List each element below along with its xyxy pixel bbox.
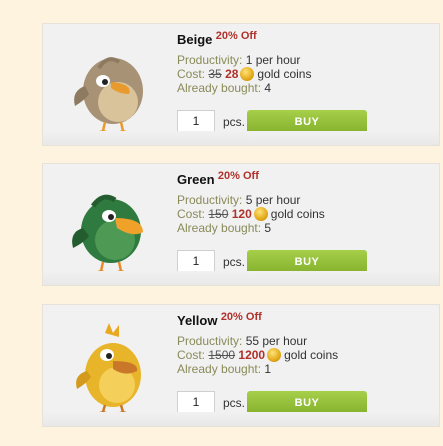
productivity-row: Productivity: 55 per hour xyxy=(177,334,439,348)
purchase-controls: pcs. BUY xyxy=(177,250,437,274)
yellow-bird-icon xyxy=(76,323,141,416)
gold-coin-icon xyxy=(267,348,282,362)
beige-bird-icon xyxy=(74,57,143,135)
discount-badge: 20% Off xyxy=(220,311,262,323)
item-info: Yellow 20% Off Productivity: 55 per hour… xyxy=(177,311,439,376)
currency-label: gold coins xyxy=(284,348,339,362)
item-name: Green xyxy=(177,172,215,187)
pcs-label: pcs. xyxy=(223,115,246,129)
gold-coin-icon xyxy=(253,207,268,221)
green-bird-icon xyxy=(72,194,143,275)
gold-coin-icon xyxy=(240,67,255,81)
item-info: Beige 20% Off Productivity: 1 per hour C… xyxy=(177,30,439,95)
new-price: 28 xyxy=(225,67,239,81)
bought-row: Already bought: 4 xyxy=(177,81,439,95)
shop-item-beige: Beige 20% Off Productivity: 1 per hour C… xyxy=(42,23,440,146)
productivity-row: Productivity: 1 per hour xyxy=(177,53,439,67)
cost-row: Cost: 1500 1200 gold coins xyxy=(177,348,439,362)
currency-label: gold coins xyxy=(270,207,325,221)
discount-badge: 20% Off xyxy=(215,30,257,42)
productivity-row: Productivity: 5 per hour xyxy=(177,193,439,207)
bought-value: 5 xyxy=(264,221,272,235)
purchase-controls: pcs. BUY xyxy=(177,391,437,415)
productivity-value: 5 per hour xyxy=(245,193,301,207)
cost-row: Cost: 150 120 gold coins xyxy=(177,207,439,221)
quantity-input[interactable] xyxy=(177,110,215,132)
cost-label: Cost: xyxy=(177,207,206,221)
bought-row: Already bought: 1 xyxy=(177,362,439,376)
productivity-value: 55 per hour xyxy=(245,334,308,348)
bought-label: Already bought: xyxy=(177,221,262,235)
bought-value: 4 xyxy=(264,81,272,95)
quantity-input[interactable] xyxy=(177,250,215,272)
shop-item-yellow: Yellow 20% Off Productivity: 55 per hour… xyxy=(42,304,440,427)
productivity-label: Productivity: xyxy=(177,53,243,67)
cost-row: Cost: 35 28 gold coins xyxy=(177,67,439,81)
bought-label: Already bought: xyxy=(177,81,262,95)
quantity-input[interactable] xyxy=(177,391,215,413)
productivity-value: 1 per hour xyxy=(245,53,301,67)
cost-label: Cost: xyxy=(177,67,206,81)
old-price: 1500 xyxy=(208,348,236,362)
buy-button[interactable]: BUY xyxy=(247,110,367,134)
item-name: Yellow xyxy=(177,313,218,328)
bought-row: Already bought: 5 xyxy=(177,221,439,235)
pcs-label: pcs. xyxy=(223,255,246,269)
productivity-label: Productivity: xyxy=(177,334,243,348)
discount-badge: 20% Off xyxy=(217,170,259,182)
buy-button[interactable]: BUY xyxy=(247,391,367,415)
new-price: 1200 xyxy=(238,348,266,362)
item-info: Green 20% Off Productivity: 5 per hour C… xyxy=(177,170,439,235)
cost-label: Cost: xyxy=(177,348,206,362)
new-price: 120 xyxy=(231,207,252,221)
buy-button[interactable]: BUY xyxy=(247,250,367,274)
old-price: 150 xyxy=(208,207,229,221)
pcs-label: pcs. xyxy=(223,396,246,410)
currency-label: gold coins xyxy=(257,67,312,81)
bought-label: Already bought: xyxy=(177,362,262,376)
productivity-label: Productivity: xyxy=(177,193,243,207)
item-name: Beige xyxy=(177,32,213,47)
shop-item-green: Green 20% Off Productivity: 5 per hour C… xyxy=(42,163,440,286)
old-price: 35 xyxy=(208,67,222,81)
bought-value: 1 xyxy=(264,362,272,376)
purchase-controls: pcs. BUY xyxy=(177,110,437,134)
